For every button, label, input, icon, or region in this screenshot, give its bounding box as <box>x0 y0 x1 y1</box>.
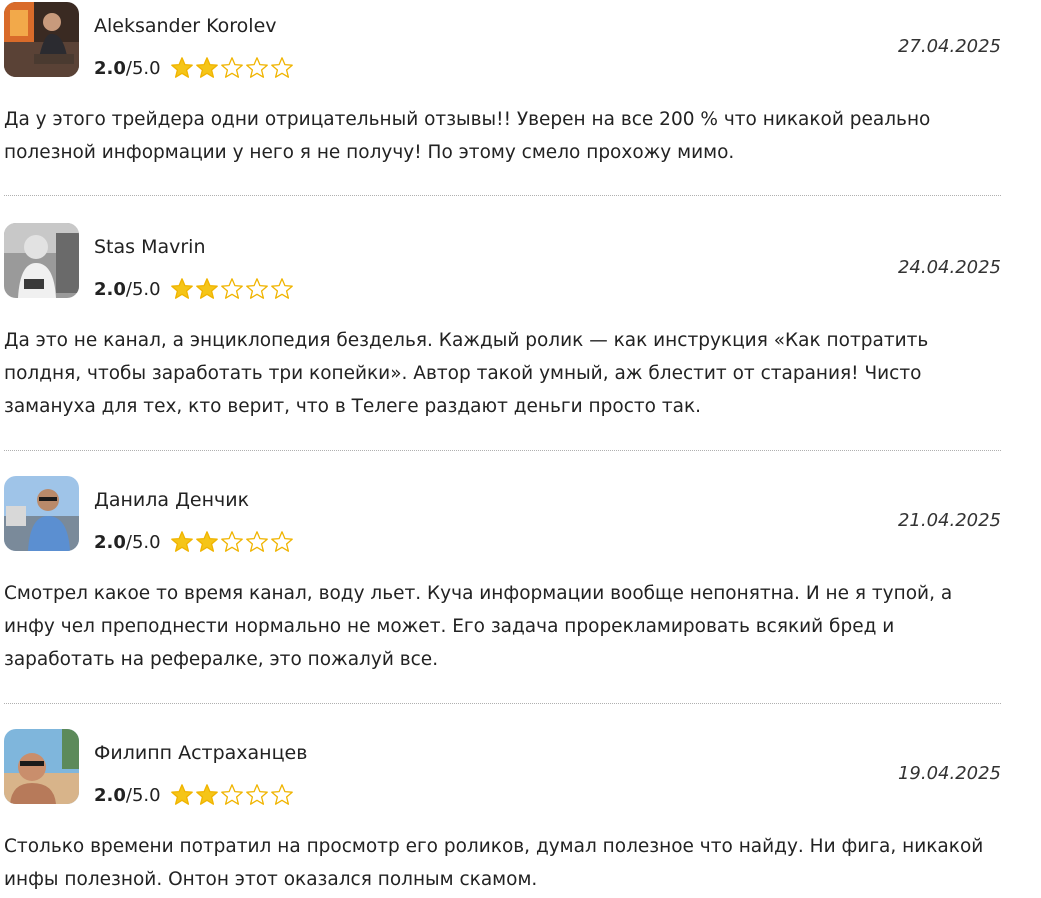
star-outline-icon <box>220 56 244 80</box>
review-date: 19.04.2025 <box>897 763 1001 784</box>
divider <box>4 450 1001 451</box>
avatar <box>4 729 79 804</box>
review-item: Stas Mavrin 2.0 /5.0 24.04.2025 Да это н… <box>0 223 1001 417</box>
rating-stars <box>170 783 294 807</box>
review-text: Да это не канал, а энциклопедия безделья… <box>4 330 929 417</box>
star-outline-icon <box>245 783 269 807</box>
author-name: Филипп Астраханцев <box>94 742 308 764</box>
reviews-list: Aleksander Korolev 2.0 /5.0 27.04.2025 Д… <box>0 0 1041 898</box>
divider <box>4 703 1001 704</box>
star-outline-icon <box>270 783 294 807</box>
review-item: Данила Денчик 2.0 /5.0 21.04.2025 Смотре… <box>0 476 1001 670</box>
review-header: Данила Денчик 2.0 /5.0 21.04.2025 <box>0 476 1001 556</box>
review-date: 27.04.2025 <box>897 36 1001 57</box>
author-name: Данила Денчик <box>94 489 250 511</box>
star-filled-icon <box>170 56 194 80</box>
star-outline-icon <box>245 56 269 80</box>
star-filled-icon <box>195 783 219 807</box>
star-outline-icon <box>220 783 244 807</box>
rating-max: /5.0 <box>125 57 161 79</box>
star-outline-icon <box>270 530 294 554</box>
rating-score: 2.0 <box>94 531 126 553</box>
rating-max: /5.0 <box>125 784 161 806</box>
star-filled-icon <box>170 530 194 554</box>
author-name: Stas Mavrin <box>94 236 206 258</box>
review-header: Stas Mavrin 2.0 /5.0 24.04.2025 <box>0 223 1001 303</box>
avatar <box>4 223 79 298</box>
review-text: Да у этого трейдера одни отрицательный о… <box>4 109 931 163</box>
review-text: Столько времени потратил на просмотр его… <box>4 836 984 890</box>
star-filled-icon <box>195 277 219 301</box>
rating-max: /5.0 <box>125 531 161 553</box>
star-filled-icon <box>170 783 194 807</box>
review-item: Филипп Астраханцев 2.0 /5.0 19.04.2025 С… <box>0 729 1001 890</box>
divider <box>4 195 1001 196</box>
author-name: Aleksander Korolev <box>94 15 277 37</box>
star-filled-icon <box>195 530 219 554</box>
rating-stars <box>170 56 294 80</box>
rating: 2.0 /5.0 <box>94 528 294 556</box>
rating-stars <box>170 277 294 301</box>
review-header: Aleksander Korolev 2.0 /5.0 27.04.2025 <box>0 2 1001 82</box>
star-outline-icon <box>270 56 294 80</box>
rating-stars <box>170 530 294 554</box>
star-outline-icon <box>220 277 244 301</box>
star-outline-icon <box>220 530 244 554</box>
review-date: 21.04.2025 <box>897 510 1001 531</box>
rating-score: 2.0 <box>94 57 126 79</box>
rating: 2.0 /5.0 <box>94 54 294 82</box>
rating-score: 2.0 <box>94 278 126 300</box>
rating: 2.0 /5.0 <box>94 275 294 303</box>
star-outline-icon <box>270 277 294 301</box>
star-filled-icon <box>170 277 194 301</box>
review-date: 24.04.2025 <box>897 257 1001 278</box>
rating-max: /5.0 <box>125 278 161 300</box>
rating-score: 2.0 <box>94 784 126 806</box>
review-header: Филипп Астраханцев 2.0 /5.0 19.04.2025 <box>0 729 1001 809</box>
star-outline-icon <box>245 530 269 554</box>
star-filled-icon <box>195 56 219 80</box>
rating: 2.0 /5.0 <box>94 781 294 809</box>
review-item: Aleksander Korolev 2.0 /5.0 27.04.2025 Д… <box>0 2 1001 163</box>
review-text: Смотрел какое то время канал, воду льет.… <box>4 583 953 670</box>
avatar <box>4 2 79 77</box>
star-outline-icon <box>245 277 269 301</box>
avatar <box>4 476 79 551</box>
